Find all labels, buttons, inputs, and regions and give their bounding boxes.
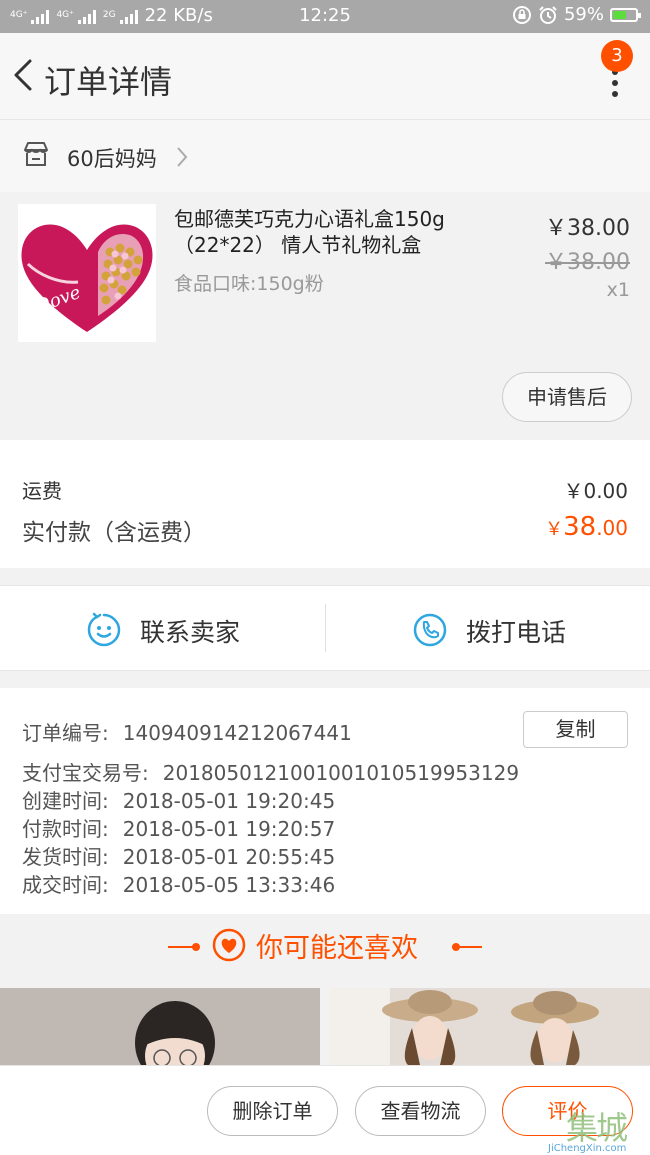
contact-seller-button[interactable]: 联系卖家 bbox=[0, 586, 325, 672]
contact-bar: 联系卖家 拨打电话 bbox=[0, 585, 650, 671]
battery-level bbox=[613, 10, 626, 19]
product-thumbnail[interactable]: Dove bbox=[18, 204, 156, 342]
completed-time-row: 成交时间: 2018-05-05 13:33:46 bbox=[22, 869, 335, 898]
alarm-icon bbox=[539, 5, 557, 24]
recommend-header: 你可能还喜欢 bbox=[0, 914, 650, 978]
created-time-label: 创建时间: bbox=[22, 789, 109, 813]
paid-time-label: 付款时间: bbox=[22, 817, 109, 841]
shipped-time-row: 发货时间: 2018-05-01 20:55:45 bbox=[22, 841, 335, 870]
created-time-row: 创建时间: 2018-05-01 19:20:45 bbox=[22, 785, 335, 814]
decor-line-right bbox=[452, 946, 482, 948]
total-value: ￥38.00 bbox=[545, 512, 628, 542]
total-decimal: .00 bbox=[596, 516, 628, 540]
recommend-item-image[interactable] bbox=[0, 988, 320, 1065]
order-info: 订单编号: 140940914212067441 复制 支付宝交易号: 201805… bbox=[0, 688, 650, 914]
model-photo bbox=[330, 988, 650, 1065]
order-number-value: 140940914212067441 bbox=[122, 721, 352, 745]
recommend-title: 你可能还喜欢 bbox=[256, 933, 418, 964]
shop-name: 60后妈妈 bbox=[67, 147, 157, 171]
order-number-label: 订单编号: bbox=[22, 721, 109, 745]
back-icon[interactable] bbox=[8, 55, 38, 95]
chocolate-box-image: Dove bbox=[21, 224, 153, 332]
product-card: Dove 包邮德芙巧克力心语礼盒150g（22*22） 情人节礼物礼盒 食品口味… bbox=[0, 192, 650, 440]
product-quantity: x1 bbox=[606, 279, 630, 301]
delete-order-button[interactable]: 删除订单 bbox=[207, 1086, 338, 1136]
paid-time-value: 2018-05-01 19:20:57 bbox=[122, 817, 336, 841]
product-title[interactable]: 包邮德芙巧克力心语礼盒150g（22*22） 情人节礼物礼盒 bbox=[174, 206, 504, 258]
notification-badge: 3 bbox=[601, 40, 633, 72]
shipped-time-label: 发货时间: bbox=[22, 845, 109, 869]
completed-time-value: 2018-05-05 13:33:46 bbox=[122, 873, 336, 897]
call-phone-button[interactable]: 拨打电话 bbox=[326, 586, 650, 672]
phone-icon bbox=[413, 613, 447, 647]
order-number-row: 订单编号: 140940914212067441 bbox=[22, 717, 352, 746]
status-bar: 4G⁺ 4G⁺ 2G 22 KB/s 12:25 59% bbox=[0, 0, 650, 33]
shipping-label: 运费 bbox=[22, 479, 62, 503]
alipay-trade-row: 支付宝交易号: 2018050121001001010519953129 bbox=[22, 757, 519, 786]
store-icon bbox=[24, 142, 48, 166]
paid-time-row: 付款时间: 2018-05-01 19:20:57 bbox=[22, 813, 335, 842]
total-integer: 38 bbox=[563, 512, 597, 542]
copy-button[interactable]: 复制 bbox=[523, 711, 628, 748]
alipay-trade-value: 2018050121001001010519953129 bbox=[162, 761, 520, 785]
product-spec: 食品口味:150g粉 bbox=[174, 273, 324, 295]
created-time-value: 2018-05-01 19:20:45 bbox=[122, 789, 336, 813]
view-logistics-button[interactable]: 查看物流 bbox=[355, 1086, 486, 1136]
page-title: 订单详情 bbox=[44, 63, 173, 101]
battery-percent: 59% bbox=[563, 4, 604, 25]
battery-icon bbox=[610, 7, 641, 22]
call-phone-label: 拨打电话 bbox=[466, 618, 567, 647]
total-currency: ￥ bbox=[545, 519, 564, 540]
chat-icon bbox=[87, 612, 121, 647]
product-original-price: ￥38.00 bbox=[545, 250, 630, 275]
product-price: ￥38.00 bbox=[545, 216, 630, 241]
fee-summary: 运费 ￥0.00 实付款（含运费） ￥38.00 bbox=[0, 440, 650, 568]
completed-time-label: 成交时间: bbox=[22, 873, 109, 897]
total-label: 实付款（含运费） bbox=[22, 520, 206, 546]
shipped-time-value: 2018-05-01 20:55:45 bbox=[122, 845, 336, 869]
recommend-item-image[interactable] bbox=[330, 988, 650, 1065]
alipay-trade-label: 支付宝交易号: bbox=[22, 761, 149, 785]
rotation-lock-icon bbox=[512, 5, 531, 24]
decor-dot-left bbox=[192, 943, 200, 951]
chevron-right-icon bbox=[177, 147, 188, 167]
watermark: 集城信 JiChengXin.com bbox=[536, 1103, 646, 1155]
status-right: 59% bbox=[512, 4, 641, 25]
shipping-value: ￥0.00 bbox=[563, 479, 628, 503]
heart-icon bbox=[212, 928, 246, 962]
model-photo bbox=[0, 988, 320, 1065]
nav-header: 订单详情 3 bbox=[0, 33, 650, 119]
contact-seller-label: 联系卖家 bbox=[140, 618, 241, 647]
watermark-text-en: JiChengXin.com bbox=[548, 1143, 627, 1154]
after-sale-button[interactable]: 申请售后 bbox=[502, 372, 632, 422]
shop-row[interactable]: 60后妈妈 bbox=[0, 119, 650, 192]
